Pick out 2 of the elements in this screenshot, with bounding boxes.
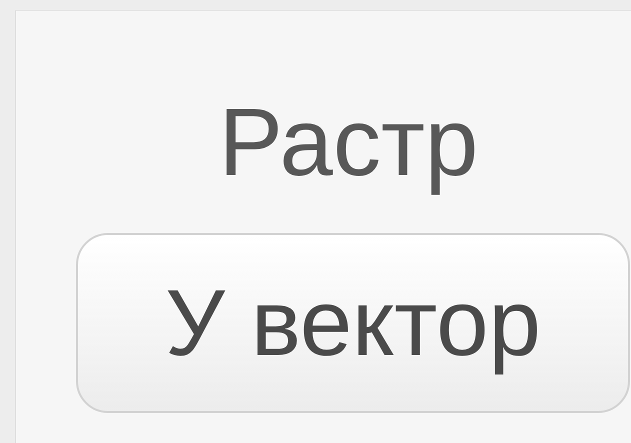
panel-title: Растр bbox=[218, 88, 478, 198]
vectorize-button[interactable]: У вектор bbox=[76, 233, 630, 413]
